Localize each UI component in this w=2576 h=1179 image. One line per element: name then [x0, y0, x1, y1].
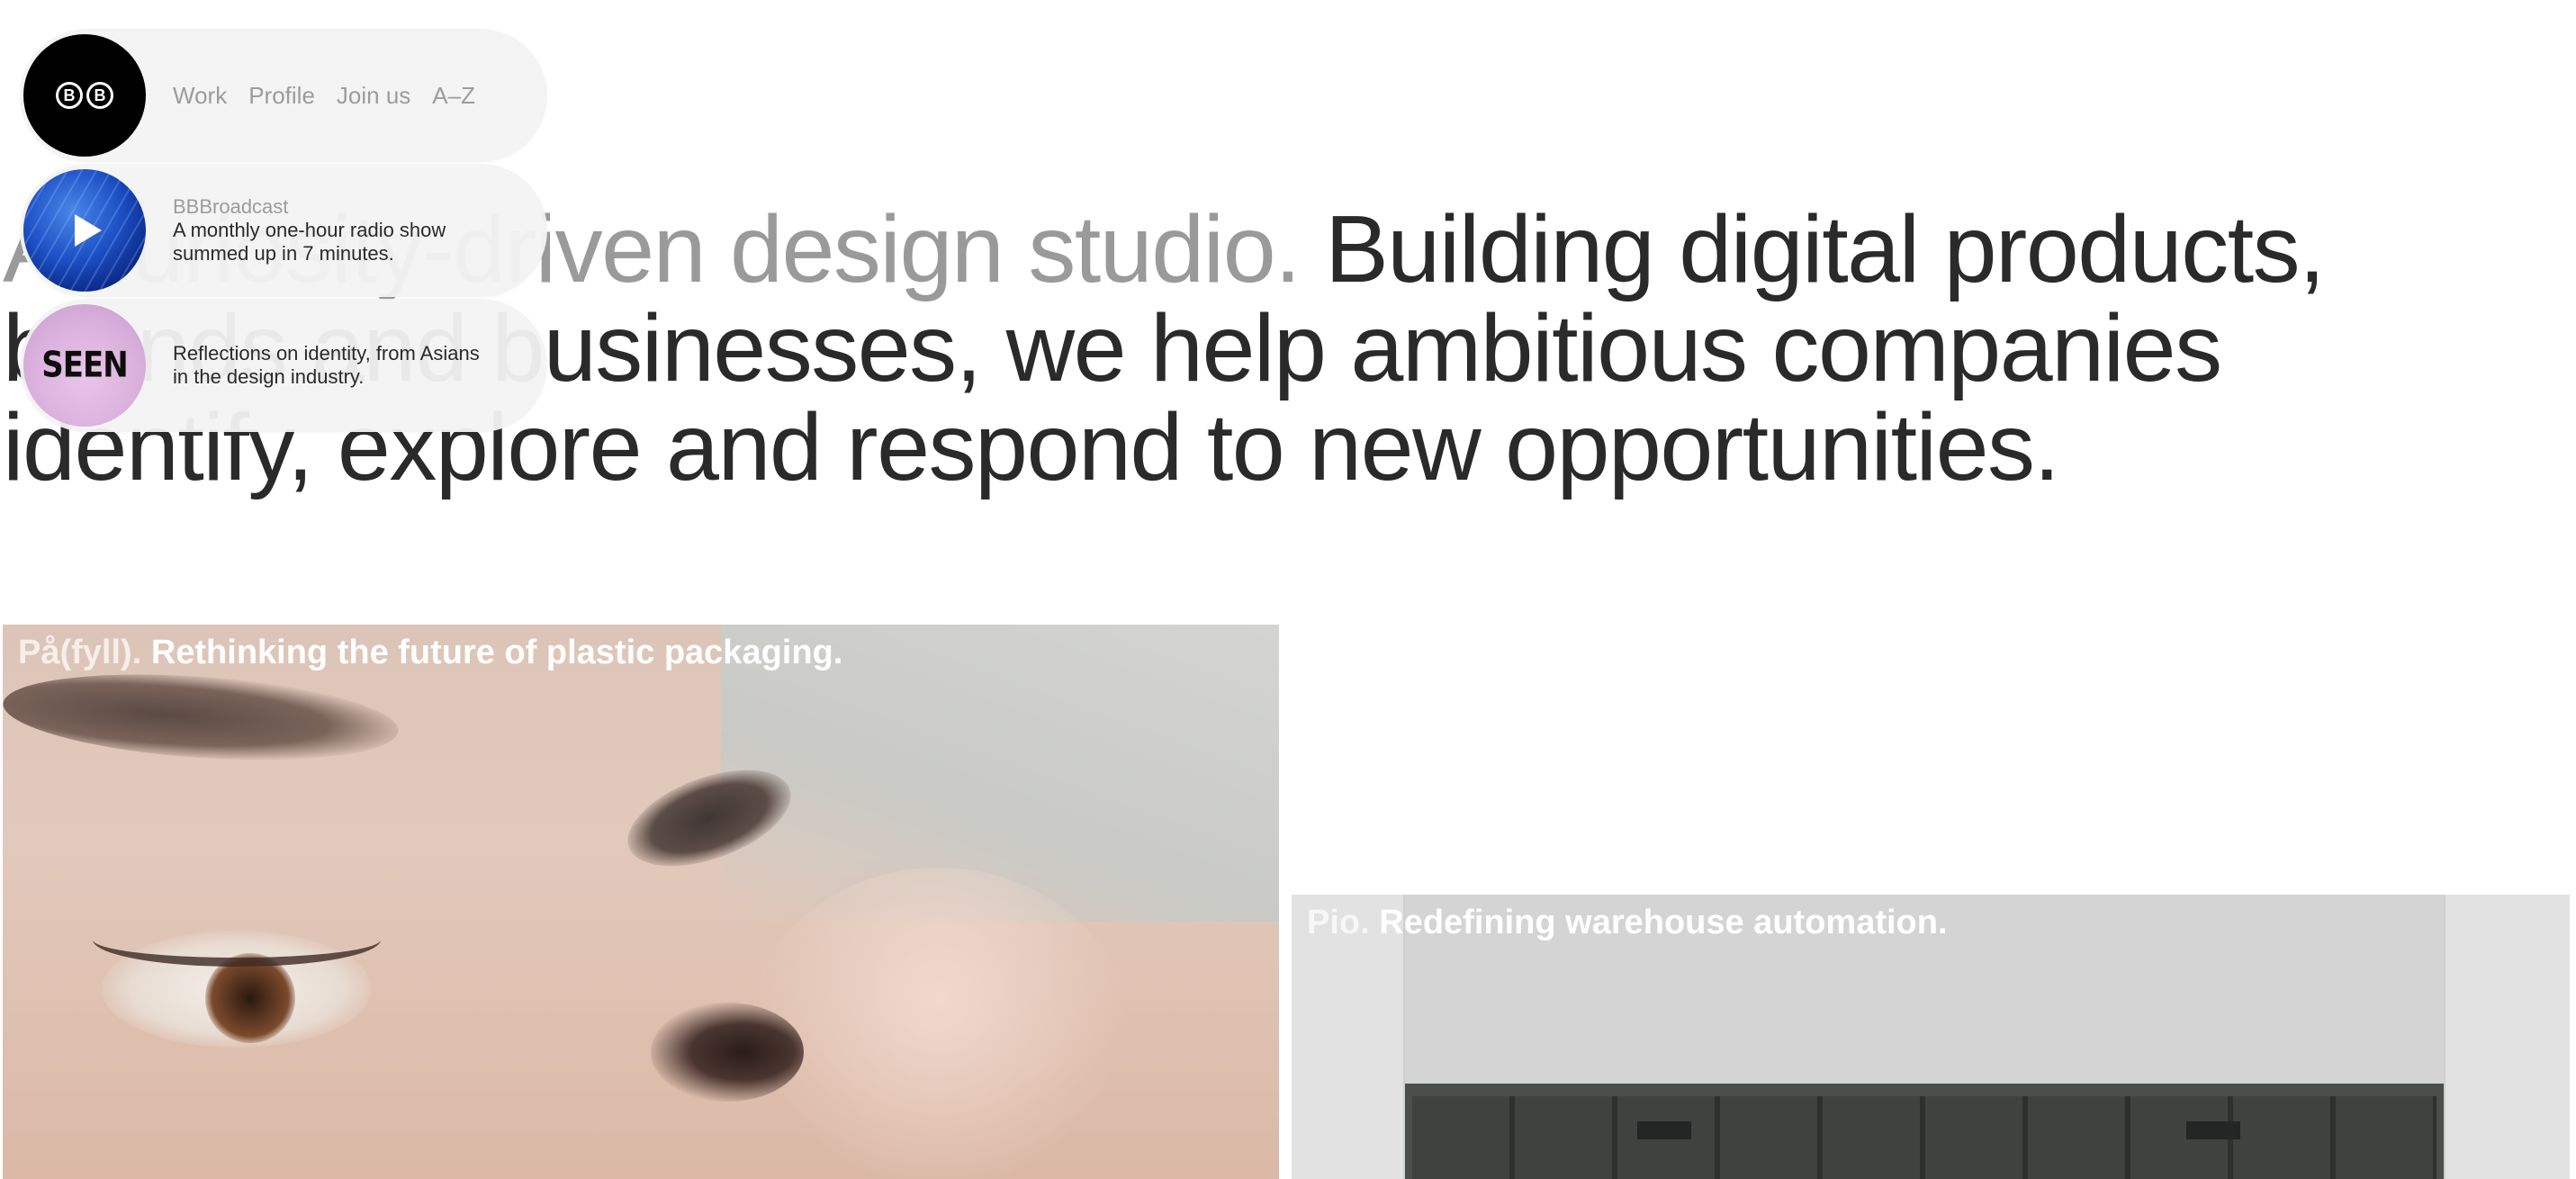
nav-link-a-z[interactable]: A–Z — [432, 82, 475, 110]
project-image-face — [3, 625, 1279, 1179]
broadcast-pill[interactable]: BBBroadcast A monthly one-hour radio sho… — [20, 164, 547, 297]
nav-link-join-us[interactable]: Join us — [337, 82, 410, 110]
project-name: På(fyll). — [18, 634, 142, 671]
broadcast-title: BBBroadcast — [173, 195, 289, 218]
nav-link-profile[interactable]: Profile — [248, 82, 315, 110]
studio-logo[interactable]: B B — [23, 34, 146, 157]
seen-pill[interactable]: SEEN Reflections on identity, from Asian… — [20, 299, 547, 432]
broadcast-text: BBBroadcast A monthly one-hour radio sho… — [173, 164, 446, 297]
project-card-pio[interactable]: Pio. Redefining warehouse automation. — [1292, 895, 2570, 1179]
seen-thumbnail[interactable]: SEEN — [23, 304, 146, 427]
nav-link-work[interactable]: Work — [173, 82, 227, 110]
main-nav-pill: B B Work Profile Join us A–Z — [20, 29, 547, 162]
seen-logo: SEEN — [41, 345, 128, 386]
project-name: Pio. — [1307, 904, 1370, 941]
broadcast-description-2: summed up in 7 minutes. — [173, 242, 394, 265]
project-title: Pio. Redefining warehouse automation. — [1307, 904, 1948, 942]
seen-text: Reflections on identity, from Asians in … — [173, 299, 480, 432]
broadcast-thumbnail[interactable] — [23, 169, 146, 292]
seen-description-1: Reflections on identity, from Asians — [173, 342, 480, 364]
bb-logo-icon: B B — [56, 82, 113, 109]
project-card-pafyll[interactable]: På(fyll). Rethinking the future of plast… — [3, 625, 1279, 1179]
play-icon[interactable] — [75, 214, 102, 247]
project-tagline: Redefining warehouse automation. — [1379, 904, 1948, 941]
broadcast-description-1: A monthly one-hour radio show — [173, 219, 446, 241]
logo-b-right: B — [86, 82, 113, 109]
seen-description-2: in the design industry. — [173, 365, 365, 388]
project-title: På(fyll). Rethinking the future of plast… — [18, 634, 842, 672]
project-tagline: Rethinking the future of plastic packagi… — [150, 634, 843, 671]
logo-b-left: B — [56, 82, 83, 109]
main-nav: Work Profile Join us A–Z — [173, 29, 475, 162]
